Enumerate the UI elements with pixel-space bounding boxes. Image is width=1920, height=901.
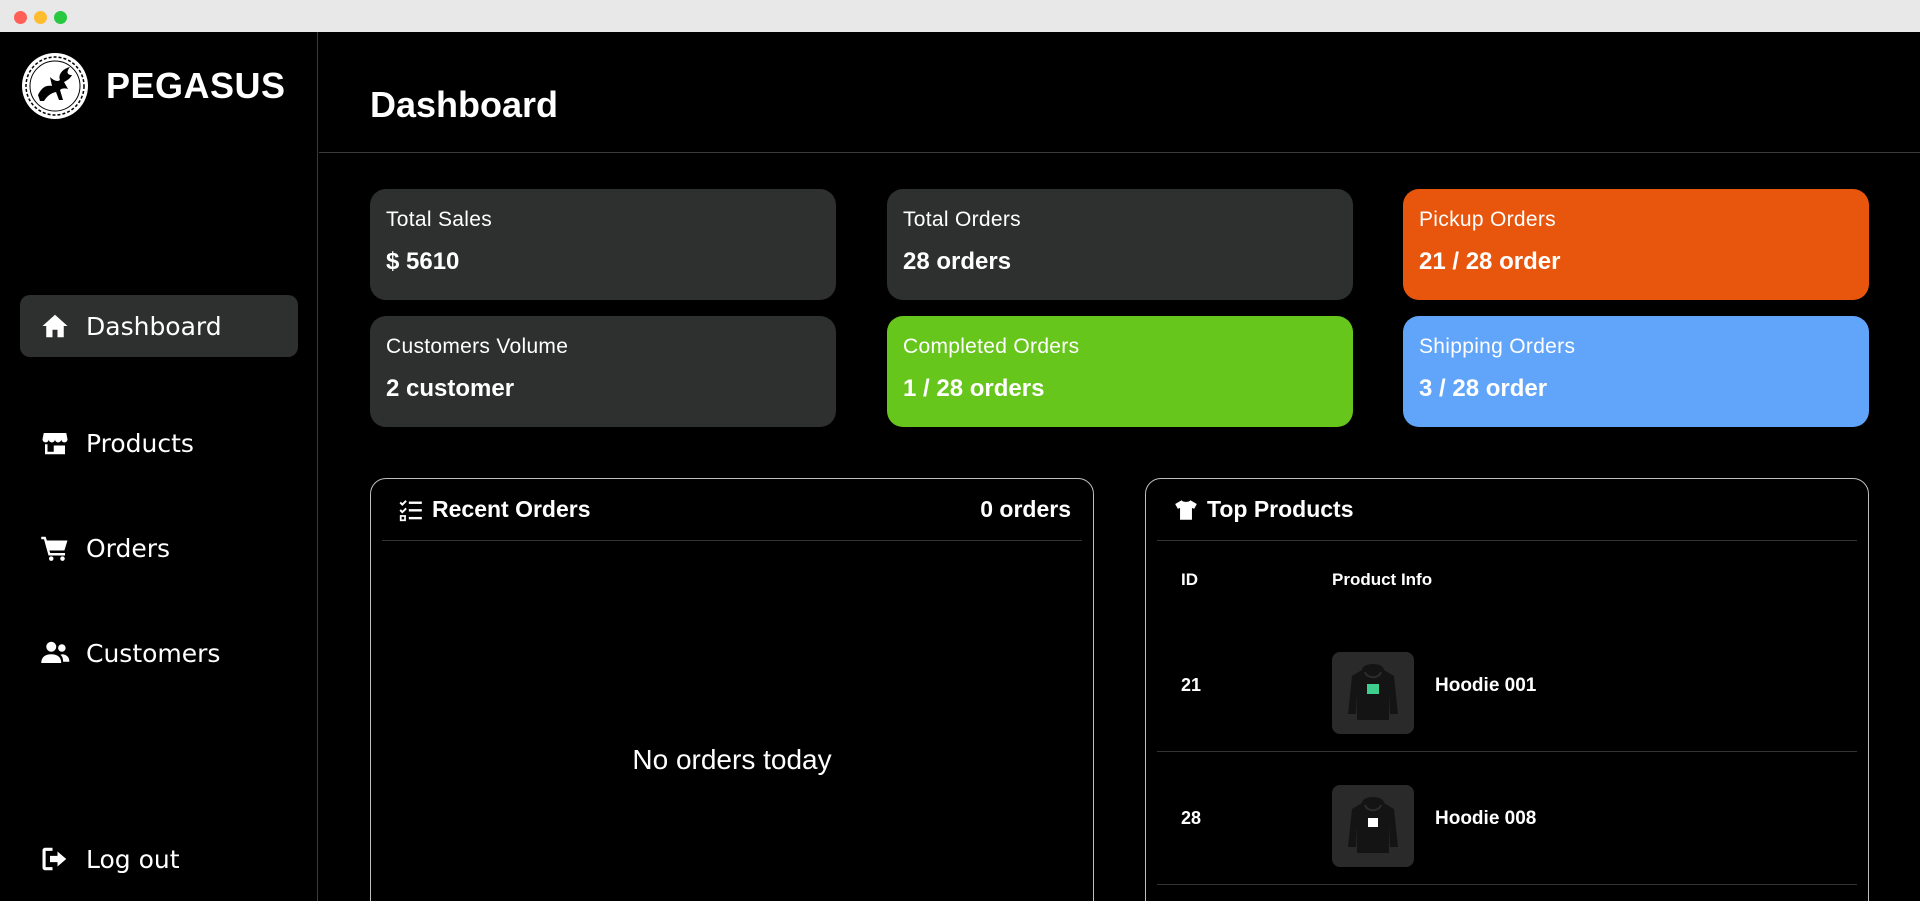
window-titlebar	[0, 0, 1920, 32]
product-thumbnail	[1332, 785, 1414, 867]
stat-label: Shipping Orders	[1419, 335, 1576, 358]
top-products-header: Top Products	[1157, 479, 1857, 541]
logout-icon	[42, 847, 67, 871]
app-window: PEGASUS Dashboard Products Orders Custom…	[0, 32, 1920, 901]
product-thumbnail	[1332, 652, 1414, 734]
tshirt-icon	[1175, 499, 1197, 520]
main-content: Dashboard Total Sales $ 5610 Total Order…	[319, 32, 1920, 901]
sidebar-item-dashboard[interactable]: Dashboard	[20, 295, 298, 357]
sidebar-item-label: Products	[86, 428, 194, 458]
hoodie-print	[1368, 818, 1378, 827]
stat-value: 28 orders	[903, 248, 1012, 275]
stat-card-customers-volume: Customers Volume 2 customer	[370, 316, 836, 427]
checklist-icon	[399, 499, 422, 521]
brand[interactable]: PEGASUS	[20, 50, 286, 122]
hoodie-print	[1367, 684, 1379, 694]
sidebar-item-label: Orders	[86, 533, 171, 563]
stat-card-pickup-orders: Pickup Orders 21 / 28 order	[1403, 189, 1869, 300]
product-name: Hoodie 008	[1435, 808, 1537, 829]
stat-label: Total Sales	[386, 208, 493, 231]
stat-card-shipping-orders: Shipping Orders 3 / 28 order	[1403, 316, 1869, 427]
product-name: Hoodie 001	[1435, 675, 1537, 696]
column-header-product-info: Product Info	[1332, 570, 1433, 589]
minimize-window-button[interactable]	[34, 11, 47, 24]
stat-value: 2 customer	[386, 375, 515, 402]
empty-state-message: No orders today	[632, 744, 832, 775]
recent-orders-count: 0 orders	[980, 496, 1071, 522]
hoodie-icon	[1348, 664, 1398, 720]
stat-card-total-sales: Total Sales $ 5610	[370, 189, 836, 300]
stat-label: Completed Orders	[903, 335, 1080, 358]
table-header: ID Product Info	[1157, 541, 1857, 619]
page-header: Dashboard	[319, 32, 1920, 153]
pegasus-logo-icon	[22, 53, 88, 119]
stat-card-completed-orders: Completed Orders 1 / 28 orders	[887, 316, 1353, 427]
table-row[interactable]: 28 Hoodie 008	[1157, 752, 1857, 885]
users-icon	[41, 641, 70, 663]
sidebar-item-products[interactable]: Products	[20, 412, 298, 474]
stat-value: 21 / 28 order	[1419, 248, 1561, 275]
column-header-id: ID	[1181, 570, 1198, 589]
stat-label: Total Orders	[903, 208, 1021, 231]
product-id: 28	[1181, 808, 1202, 828]
hoodie-icon	[1348, 797, 1398, 853]
close-window-button[interactable]	[14, 11, 27, 24]
maximize-window-button[interactable]	[54, 11, 67, 24]
logout-button[interactable]: Log out	[20, 828, 298, 890]
recent-orders-panel: Recent Orders 0 orders No orders today	[370, 478, 1094, 901]
stat-card-total-orders: Total Orders 28 orders	[887, 189, 1353, 300]
store-icon	[42, 433, 68, 455]
page-title: Dashboard	[370, 84, 559, 125]
sidebar: PEGASUS Dashboard Products Orders Custom…	[0, 32, 318, 901]
sidebar-item-label: Customers	[86, 638, 221, 668]
sidebar-item-label: Log out	[86, 844, 180, 874]
stat-value: 3 / 28 order	[1419, 375, 1548, 402]
product-id: 21	[1181, 675, 1202, 695]
stat-label: Customers Volume	[386, 335, 569, 358]
brand-name: PEGASUS	[106, 65, 286, 106]
stat-value: 1 / 28 orders	[903, 375, 1045, 402]
table-row[interactable]: 21 Hoodie 001	[1157, 619, 1857, 752]
top-products-panel: Top Products ID Product Info 21 Hoodie 0…	[1145, 478, 1869, 901]
sidebar-item-customers[interactable]: Customers	[20, 622, 298, 684]
sidebar-item-orders[interactable]: Orders	[20, 517, 298, 579]
top-products-title: Top Products	[1207, 496, 1354, 522]
home-icon	[42, 314, 68, 338]
cart-icon	[41, 536, 68, 561]
sidebar-item-label: Dashboard	[86, 311, 222, 341]
stat-value: $ 5610	[386, 248, 460, 275]
stat-label: Pickup Orders	[1419, 208, 1556, 231]
recent-orders-title: Recent Orders	[432, 496, 591, 522]
recent-orders-header: Recent Orders 0 orders	[382, 479, 1082, 541]
